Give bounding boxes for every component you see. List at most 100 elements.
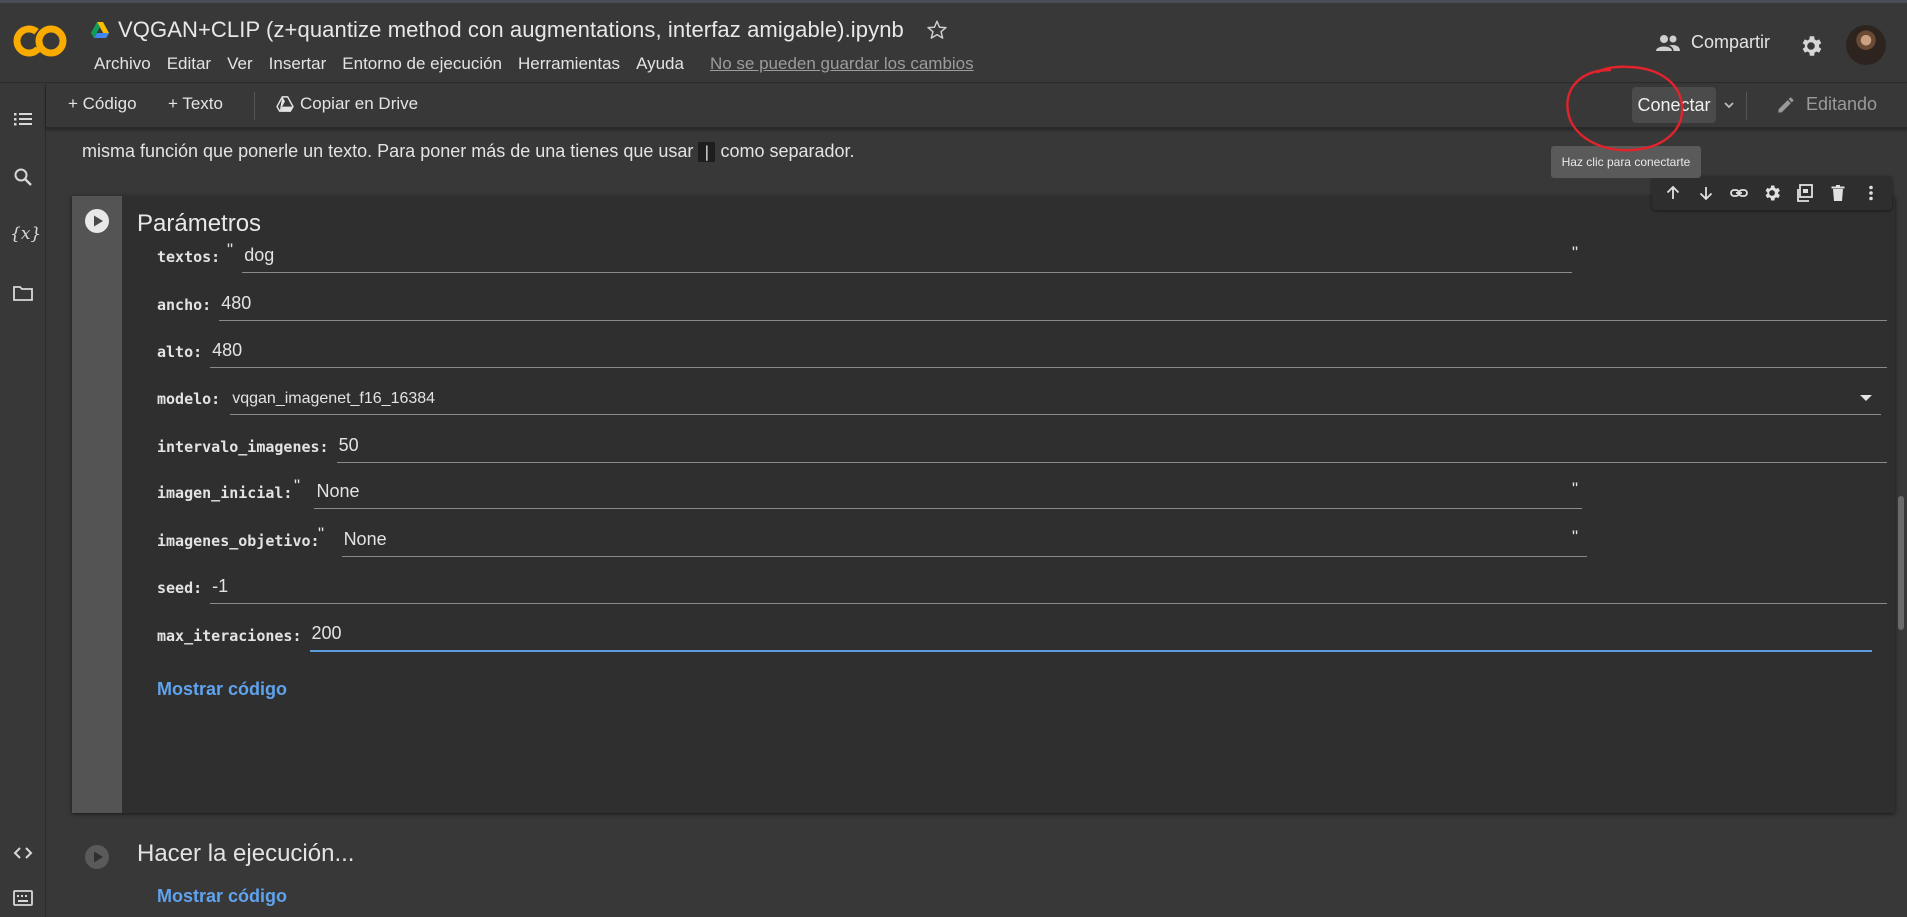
form-cell[interactable]: Parámetros textos: " dog " ancho: 480 al… <box>72 196 1895 813</box>
inline-code: | <box>698 142 716 162</box>
ancho-value: 480 <box>221 293 252 313</box>
form-title: Parámetros <box>137 210 262 237</box>
field-label: imagen_inicial: <box>157 484 293 502</box>
title-row: VQGAN+CLIP (z+quantize method con augmen… <box>90 17 948 43</box>
quote-open: " <box>318 524 325 543</box>
drive-outline-icon <box>276 96 294 112</box>
trash-icon[interactable] <box>1828 183 1848 203</box>
field-label: seed: <box>157 579 203 597</box>
folder-icon[interactable] <box>12 282 34 304</box>
text-cell-line: misma función que ponerle un texto. Para… <box>82 141 694 161</box>
gear-icon[interactable] <box>1762 183 1782 203</box>
run-cell-icon[interactable] <box>84 844 110 870</box>
chevron-down-icon[interactable] <box>1722 98 1736 112</box>
field-label: textos: <box>157 248 221 266</box>
search-icon[interactable] <box>12 166 34 188</box>
seed-input[interactable]: -1 <box>210 572 1887 604</box>
more-vert-icon[interactable] <box>1861 183 1881 203</box>
add-code-button[interactable]: + Código <box>68 94 137 114</box>
link-icon[interactable] <box>1729 183 1749 203</box>
field-max-iteraciones: max_iteraciones: 200 <box>157 618 1887 652</box>
gear-icon[interactable] <box>1798 33 1824 59</box>
arrow-up-icon[interactable] <box>1663 183 1683 203</box>
field-textos: textos: " dog " <box>157 239 1887 273</box>
colab-logo[interactable] <box>12 21 68 61</box>
max-iteraciones-input[interactable]: 200 <box>309 620 1872 652</box>
toolbar-divider <box>254 92 255 120</box>
share-label: Compartir <box>1691 32 1771 52</box>
menu-ayuda[interactable]: Ayuda <box>628 54 692 74</box>
connect-tooltip: Haz clic para conectarte <box>1551 146 1701 178</box>
quote-close: " <box>1572 527 1579 546</box>
toolbar-divider <box>1746 92 1747 120</box>
show-code-link[interactable]: Mostrar código <box>157 886 287 907</box>
add-text-button[interactable]: + Texto <box>168 94 223 114</box>
editing-label: Editando <box>1806 94 1878 114</box>
intervalo-imagenes-input[interactable]: 50 <box>336 431 1887 463</box>
variables-icon[interactable]: {𝑥} <box>10 224 41 244</box>
quote-close: " <box>1572 243 1579 262</box>
copy-to-drive-button[interactable]: Copiar en Drive <box>276 94 418 114</box>
imagenes-objetivo-input[interactable]: None <box>341 525 1587 557</box>
menu-bar: Archivo Editar Ver Insertar Entorno de e… <box>86 54 982 74</box>
text-cell: misma función que ponerle un texto. Para… <box>82 136 855 166</box>
menu-insertar[interactable]: Insertar <box>261 54 335 74</box>
doc-title[interactable]: VQGAN+CLIP (z+quantize method con augmen… <box>118 17 904 43</box>
quote-close: " <box>1572 479 1579 498</box>
field-label: alto: <box>157 343 203 361</box>
scrollbar[interactable] <box>1898 496 1904 630</box>
imagen-inicial-value: None <box>316 481 360 501</box>
mirror-cell-icon[interactable] <box>1795 183 1815 203</box>
menu-archivo[interactable]: Archivo <box>86 54 159 74</box>
intervalo-imagenes-value: 50 <box>338 435 359 455</box>
quote-open: " <box>227 240 234 259</box>
drive-icon <box>91 22 109 38</box>
field-label: ancho: <box>157 296 212 314</box>
field-alto: alto: 480 <box>157 334 1887 368</box>
terminal-icon[interactable] <box>12 887 34 909</box>
ancho-input[interactable]: 480 <box>219 289 1887 321</box>
code-snippets-icon[interactable] <box>12 842 34 864</box>
cell-toolbar <box>1652 176 1892 210</box>
field-label: max_iteraciones: <box>157 627 302 645</box>
menu-ver[interactable]: Ver <box>219 54 261 74</box>
save-status-link[interactable]: No se pueden guardar los cambios <box>702 54 982 74</box>
pencil-icon <box>1778 96 1794 112</box>
avatar[interactable] <box>1846 25 1886 65</box>
header: VQGAN+CLIP (z+quantize method con augmen… <box>0 3 1907 83</box>
cell2-title: Hacer la ejecución... <box>137 840 355 867</box>
field-imagenes-objetivo: imagenes_objetivo: " None " <box>157 523 1887 557</box>
run-cell-icon[interactable] <box>84 208 110 234</box>
show-code-link[interactable]: Mostrar código <box>157 679 287 700</box>
arrow-down-icon[interactable] <box>1696 183 1716 203</box>
editing-mode-button[interactable]: Editando <box>1776 94 1877 115</box>
textos-input[interactable]: dog <box>242 241 1573 273</box>
add-text-label: + Texto <box>168 94 223 113</box>
imagenes-objetivo-value: None <box>343 529 387 549</box>
alto-input[interactable]: 480 <box>210 336 1887 368</box>
left-rail: {𝑥} <box>0 84 46 917</box>
notebook-toolbar: + Código + Texto Copiar en Drive Conecta… <box>46 84 1907 128</box>
quote-open: " <box>294 476 301 495</box>
menu-editar[interactable]: Editar <box>159 54 219 74</box>
menu-entorno-ejecucion[interactable]: Entorno de ejecución <box>334 54 510 74</box>
field-ancho: ancho: 480 <box>157 287 1887 321</box>
modelo-select[interactable]: vqgan_imagenet_f16_16384 <box>230 383 1882 415</box>
chevron-down-icon <box>1860 395 1873 401</box>
modelo-value: vqgan_imagenet_f16_16384 <box>232 390 436 407</box>
star-icon[interactable] <box>926 19 948 41</box>
toc-icon[interactable] <box>12 108 34 130</box>
max-iteraciones-value: 200 <box>311 623 342 643</box>
add-code-label: + Código <box>68 94 137 113</box>
menu-herramientas[interactable]: Herramientas <box>510 54 628 74</box>
field-imagen-inicial: imagen_inicial: " None " <box>157 475 1887 509</box>
alto-value: 480 <box>212 340 243 360</box>
connect-button[interactable]: Conectar <box>1632 87 1716 123</box>
imagen-inicial-input[interactable]: None <box>314 477 1583 509</box>
copy-to-drive-label: Copiar en Drive <box>300 94 419 113</box>
field-modelo: modelo: vqgan_imagenet_f16_16384 <box>157 381 1887 415</box>
cell-gutter <box>72 196 122 813</box>
share-button[interactable]: Compartir <box>1655 32 1770 53</box>
field-label: modelo: <box>157 390 221 408</box>
textos-value: dog <box>244 245 275 265</box>
